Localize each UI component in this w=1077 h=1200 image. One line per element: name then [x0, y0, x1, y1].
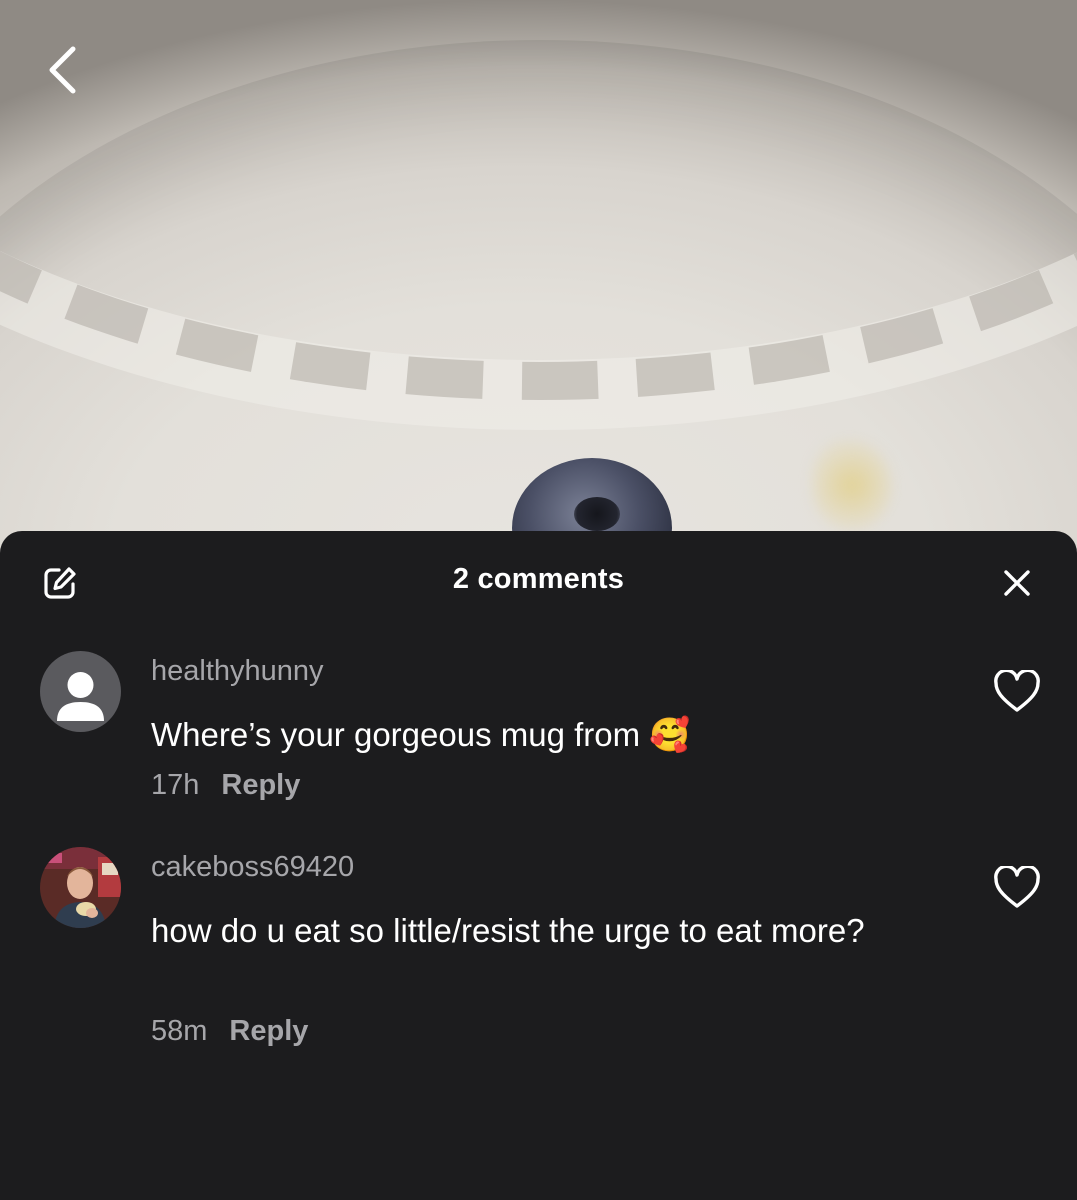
heart-outline-icon: [994, 866, 1040, 908]
default-avatar-icon: [57, 672, 104, 721]
chevron-left-icon: [49, 46, 76, 94]
reply-button[interactable]: Reply: [221, 769, 300, 801]
comment-time: 17h: [151, 769, 200, 801]
food-crumb: [812, 440, 892, 530]
comment-meta: 17h Reply: [151, 769, 300, 802]
comments-count-title: 2 comments: [452, 563, 625, 595]
close-icon: [1004, 570, 1030, 596]
like-button[interactable]: [992, 863, 1042, 913]
sheet-header: 2 comments: [0, 531, 1077, 631]
reply-button[interactable]: Reply: [229, 1015, 308, 1047]
heart-outline-icon: [994, 670, 1040, 712]
blueberry-crown: [574, 497, 620, 531]
avatar[interactable]: [40, 651, 121, 732]
comments-screen: 2 comments healthyhunny Where’s your gor…: [0, 0, 1077, 1200]
comment-username[interactable]: healthyhunny: [151, 655, 324, 688]
avatar[interactable]: [40, 847, 121, 928]
comment-item: cakeboss69420 how do u eat so little/res…: [0, 847, 1077, 1067]
video-player[interactable]: [0, 0, 1077, 620]
comment-text: how do u eat so little/resist the urge t…: [151, 912, 865, 949]
comment-item: healthyhunny Where’s your gorgeous mug f…: [0, 651, 1077, 811]
like-button[interactable]: [992, 667, 1042, 717]
close-button[interactable]: [994, 560, 1040, 606]
comment-text: Where’s your gorgeous mug from 🥰: [151, 716, 691, 753]
plate-ridges: [0, 0, 1077, 400]
comments-sheet: 2 comments healthyhunny Where’s your gor…: [0, 531, 1077, 1200]
profile-photo: [40, 847, 121, 928]
comment-time: 58m: [151, 1015, 208, 1047]
back-button[interactable]: [34, 40, 90, 100]
comment-username[interactable]: cakeboss69420: [151, 851, 354, 884]
comment-meta: 58m Reply: [151, 1015, 308, 1048]
